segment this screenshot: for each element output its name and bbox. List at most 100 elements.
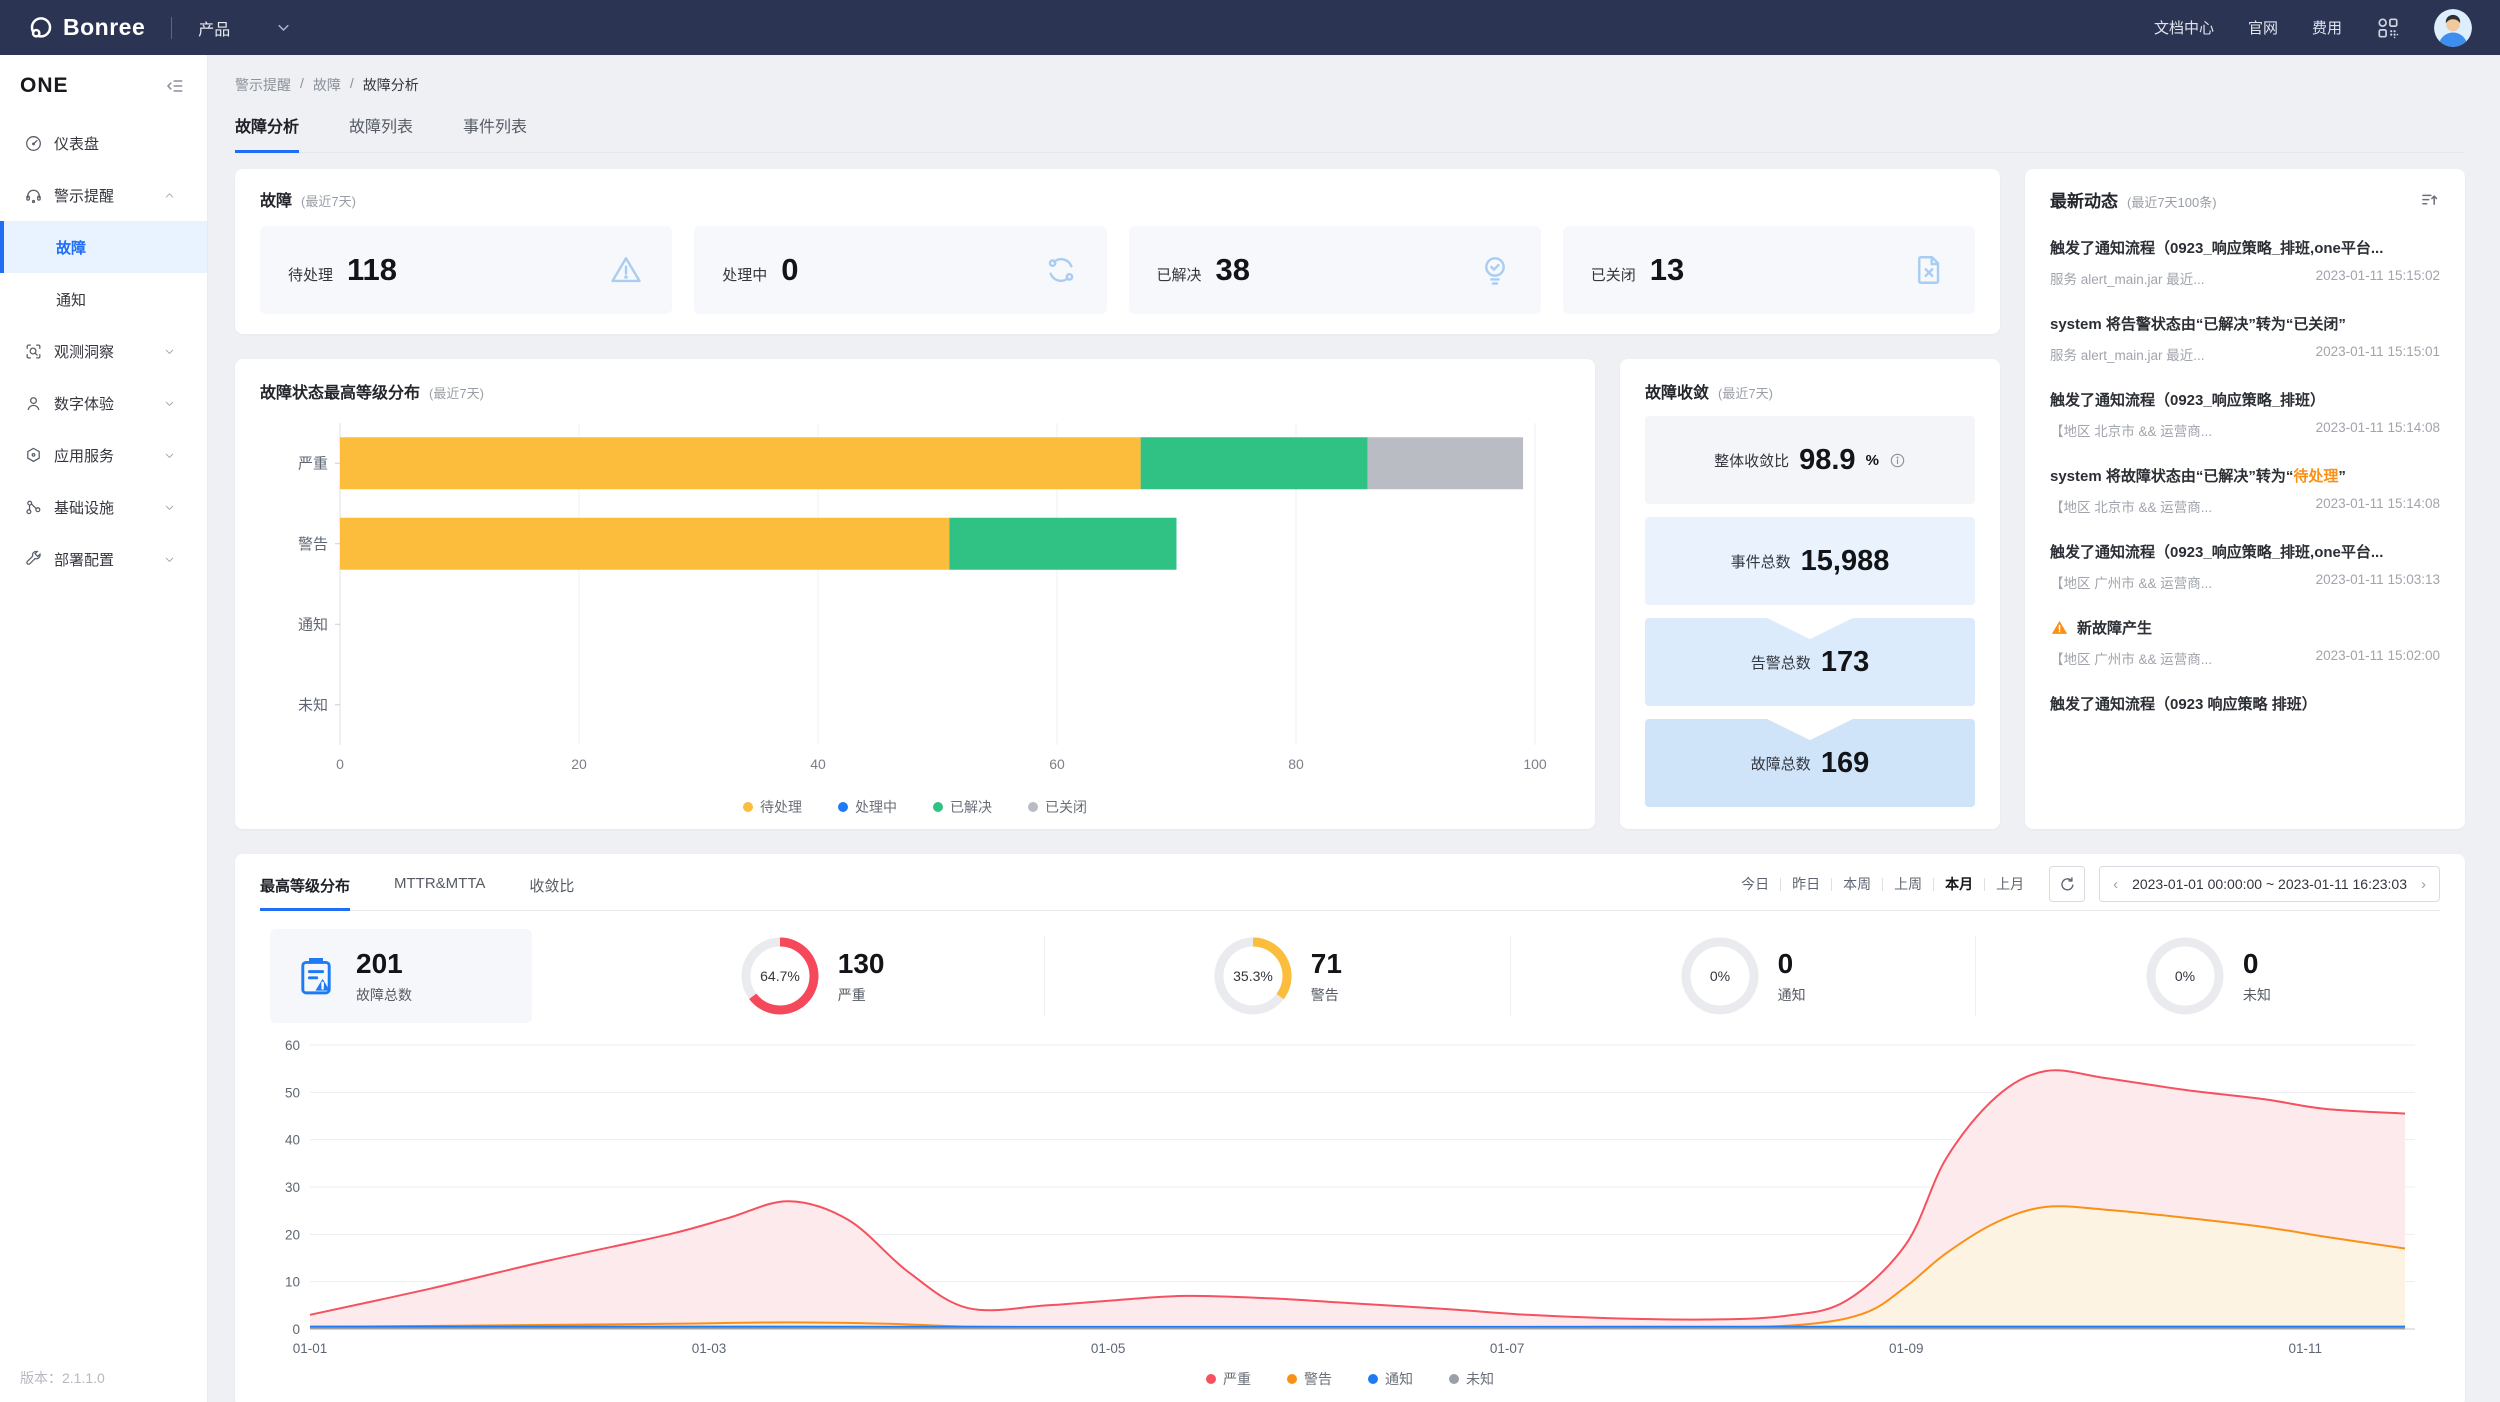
trend-tab-收敛比[interactable]: 收敛比: [529, 858, 574, 910]
nav-link-3[interactable]: 费用: [2312, 17, 2342, 38]
donut-通知: 0%: [1680, 936, 1760, 1016]
quick-range-上月[interactable]: 上月: [1985, 874, 2035, 894]
news-timestamp: 2023-01-11 15:15:01: [2316, 344, 2440, 364]
fault-overview-panel: 故障 (最近7天) 待处理118处理中0已解决38已关闭13: [235, 169, 2000, 334]
svg-text:64.7%: 64.7%: [760, 968, 800, 984]
clipboard-alert-icon: [294, 954, 338, 998]
sidebar-item-3[interactable]: 观测洞察: [0, 325, 207, 377]
alert-filled-icon: [2050, 618, 2069, 637]
next-range-icon[interactable]: ›: [2421, 876, 2426, 893]
bulb-check-icon: [1477, 252, 1513, 288]
news-item-title: system 将告警状态由“已解决”转为“已关闭”: [2050, 313, 2440, 334]
legend-item-已解决[interactable]: 已解决: [933, 797, 992, 817]
chev-down-icon: [163, 553, 176, 566]
news-item-meta: 服务 alert_main.jar 最近...2023-01-11 15:15:…: [2050, 268, 2440, 288]
fault-total-card: 201故障总数: [270, 929, 532, 1023]
legend-item-严重[interactable]: 严重: [1206, 1369, 1251, 1389]
sidebar-item-5[interactable]: 应用服务: [0, 429, 207, 481]
tab-故障列表[interactable]: 故障列表: [349, 113, 413, 152]
nav-link-1[interactable]: 文档中心: [2154, 17, 2214, 38]
stat-text: 待处理 118: [288, 252, 397, 288]
person-icon: [24, 394, 43, 413]
sidebar-item-label: 应用服务: [54, 445, 163, 466]
news-item-title: system 将故障状态由“已解决”转为“待处理”: [2050, 465, 2440, 486]
summary-value: 201: [356, 948, 412, 980]
news-title-text: 新故障产生: [2077, 617, 2152, 638]
svg-text:0: 0: [292, 1322, 300, 1337]
sort-icon[interactable]: [2420, 190, 2440, 210]
date-range-picker[interactable]: ‹ 2023-01-01 00:00:00 ~ 2023-01-11 16:23…: [2099, 866, 2440, 902]
funnel-block-事件总数[interactable]: 事件总数15,988: [1645, 517, 1975, 605]
trend-tab-MTTR&MTTA[interactable]: MTTR&MTTA: [394, 858, 485, 910]
prev-range-icon[interactable]: ‹: [2113, 876, 2118, 893]
sidebar-item-label: 警示提醒: [54, 185, 163, 206]
stat-card-处理中[interactable]: 处理中0: [694, 226, 1106, 314]
funnel-block-故障总数[interactable]: 故障总数169: [1645, 719, 1975, 807]
quick-range-本月[interactable]: 本月: [1934, 874, 1984, 894]
summary-text: 130严重: [838, 948, 885, 1005]
news-item-meta: 【地区 北京市 && 运营商...2023-01-11 15:14:08: [2050, 420, 2440, 440]
legend-label: 已关闭: [1045, 797, 1087, 817]
legend-dot: [1028, 802, 1038, 812]
legend-item-未知[interactable]: 未知: [1449, 1369, 1494, 1389]
breadcrumb-item-3[interactable]: 故障分析: [363, 75, 419, 95]
funnel-block-告警总数[interactable]: 告警总数173: [1645, 618, 1975, 706]
legend-dot: [1206, 1374, 1216, 1384]
legend-item-通知[interactable]: 通知: [1368, 1369, 1413, 1389]
quick-range-上周[interactable]: 上周: [1883, 874, 1933, 894]
user-avatar[interactable]: [2434, 9, 2472, 47]
stat-label: 待处理: [288, 264, 333, 285]
refresh-button[interactable]: [2049, 866, 2085, 902]
stat-text: 已解决38: [1157, 252, 1251, 288]
chevron-down-icon[interactable]: [276, 20, 291, 35]
tab-故障分析[interactable]: 故障分析: [235, 113, 299, 152]
stat-value: 118: [347, 252, 397, 288]
stat-card-待处理[interactable]: 待处理 118: [260, 226, 672, 314]
sidebar-collapse-icon[interactable]: [165, 76, 185, 96]
summary-text: 71警告: [1311, 948, 1342, 1005]
hexagon-icon: [24, 446, 43, 465]
breadcrumb-separator: /: [300, 75, 304, 95]
nav-link-2[interactable]: 官网: [2248, 17, 2278, 38]
trend-tabs: 最高等级分布 MTTR&MTTA 收敛比: [260, 858, 574, 910]
legend-item-待处理[interactable]: 待处理: [743, 797, 802, 817]
trend-tab-最高等级分布[interactable]: 最高等级分布: [260, 858, 350, 910]
sidebar-item-1[interactable]: 仪表盘: [0, 117, 207, 169]
quick-range-今日[interactable]: 今日: [1730, 874, 1780, 894]
news-item-4[interactable]: system 将故障状态由“已解决”转为“待处理” 【地区 北京市 && 运营商.…: [2050, 465, 2440, 516]
info-icon[interactable]: [1889, 452, 1906, 469]
sidebar-subitem-通知[interactable]: 通知: [0, 273, 207, 325]
news-item-1[interactable]: 触发了通知流程（0923_响应策略_排班,one平台...服务 alert_ma…: [2050, 237, 2440, 288]
funnel-block-整体收敛比[interactable]: 整体收敛比98.9%: [1645, 416, 1975, 504]
breadcrumb-item-1[interactable]: 警示提醒: [235, 75, 291, 95]
sidebar-item-6[interactable]: 基础设施: [0, 481, 207, 533]
news-title-text: system 将故障状态由“已解决”转为“待处理”: [2050, 465, 2346, 486]
legend-label: 处理中: [855, 797, 897, 817]
stat-card-已关闭[interactable]: 已关闭13: [1563, 226, 1975, 314]
news-item-5[interactable]: 触发了通知流程（0923_响应策略_排班,one平台...【地区 广州市 && …: [2050, 541, 2440, 592]
news-item-3[interactable]: 触发了通知流程（0923_响应策略_排班）【地区 北京市 && 运营商...20…: [2050, 389, 2440, 440]
tab-事件列表[interactable]: 事件列表: [463, 113, 527, 152]
news-item-7[interactable]: 触发了通知流程（0923 响应策略 排班）: [2050, 693, 2440, 714]
quick-range-本周[interactable]: 本周: [1832, 874, 1882, 894]
breadcrumb-item-2[interactable]: 故障: [313, 75, 341, 95]
apps-grid-icon[interactable]: [2376, 16, 2400, 40]
sidebar-item-2[interactable]: 警示提醒: [0, 169, 207, 221]
svg-text:01-01: 01-01: [293, 1341, 328, 1356]
sidebar-subitem-故障[interactable]: 故障: [0, 221, 207, 273]
stat-card-已解决[interactable]: 已解决38: [1129, 226, 1541, 314]
sidebar-item-7[interactable]: 部署配置: [0, 533, 207, 585]
legend-item-处理中[interactable]: 处理中: [838, 797, 897, 817]
product-menu[interactable]: 产品: [198, 16, 230, 40]
sync-icon: [1043, 252, 1079, 288]
quick-range-昨日[interactable]: 昨日: [1781, 874, 1831, 894]
news-item-6[interactable]: 新故障产生【地区 广州市 && 运营商...2023-01-11 15:02:0…: [2050, 617, 2440, 668]
legend-item-警告[interactable]: 警告: [1287, 1369, 1332, 1389]
sidebar-item-4[interactable]: 数字体验: [0, 377, 207, 429]
news-item-2[interactable]: system 将告警状态由“已解决”转为“已关闭”服务 alert_main.j…: [2050, 313, 2440, 364]
legend-item-已关闭[interactable]: 已关闭: [1028, 797, 1087, 817]
legend-dot: [743, 802, 753, 812]
news-item-meta: 【地区 北京市 && 运营商...2023-01-11 15:14:08: [2050, 496, 2440, 516]
status-distribution-panel: 故障状态最高等级分布 (最近7天) 020406080100严重警告通知未知 待…: [235, 359, 1595, 829]
summary-segment-严重: 64.7% 130严重: [580, 936, 1044, 1016]
